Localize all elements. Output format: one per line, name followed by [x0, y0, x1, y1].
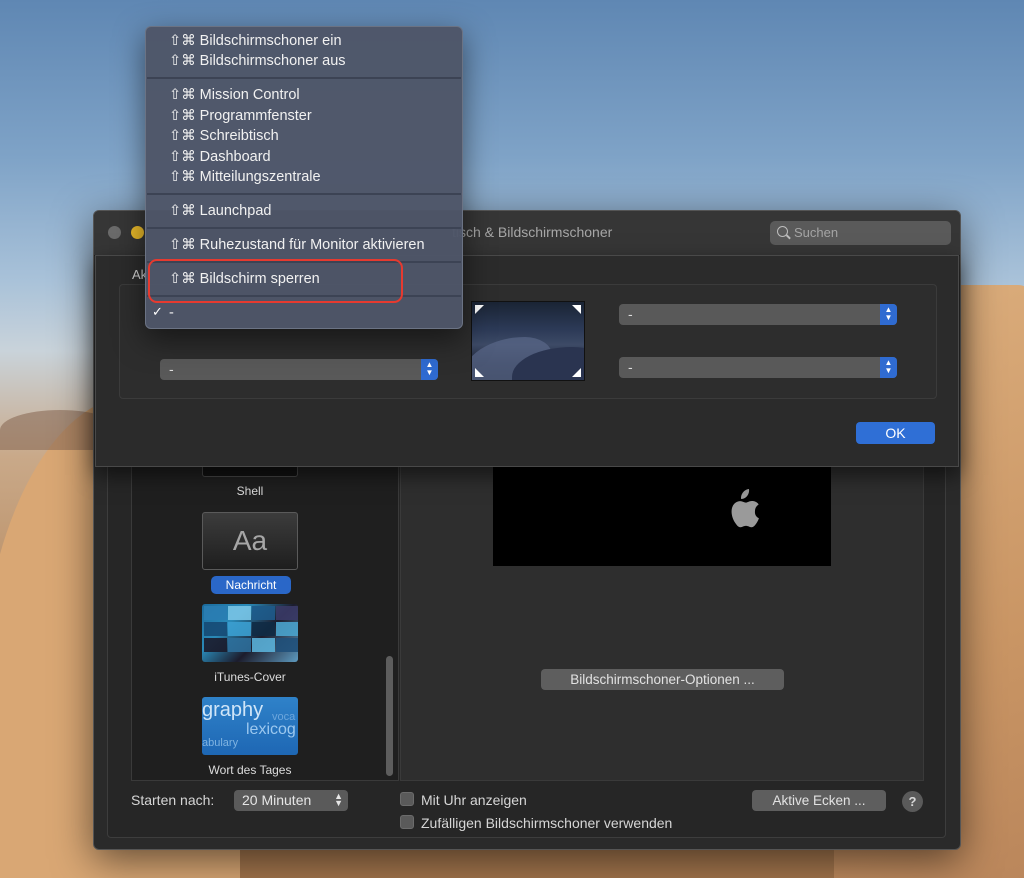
screensaver-options-button[interactable]: Bildschirmschoner-Optionen ...	[541, 669, 784, 690]
close-window-button[interactable]	[108, 226, 121, 239]
list-item-label: Shell	[236, 484, 264, 498]
corner-top-right-marker	[572, 305, 581, 314]
start-after-value: 20 Minuten	[242, 792, 312, 808]
menu-separator	[147, 193, 461, 195]
thumb-word: graphy	[202, 699, 264, 721]
start-after-popup[interactable]: 20 Minuten ▲ ▼	[234, 790, 348, 811]
menu-item-mission-control[interactable]: ⇧⌘ Mission Control	[169, 85, 300, 105]
screensaver-preview	[493, 466, 831, 566]
start-after-label: Starten nach:	[131, 792, 215, 808]
screen-corners-preview	[471, 301, 585, 381]
help-button[interactable]: ?	[902, 791, 923, 812]
corner-top-right-select[interactable]: - ▲ ▼	[619, 304, 897, 325]
window-title: tisch & Bildschirmschoner	[452, 224, 613, 240]
corner-bottom-right-select[interactable]: - ▲ ▼	[619, 357, 897, 378]
minimize-window-button[interactable]	[131, 226, 144, 239]
menu-item-screensaver-on[interactable]: ⇧⌘ Bildschirmschoner ein	[169, 31, 342, 51]
menu-item-display-sleep[interactable]: ⇧⌘ Ruhezustand für Monitor aktivieren	[169, 235, 425, 255]
thumb-text: Aa	[232, 525, 268, 556]
cover-tile	[228, 638, 251, 652]
random-saver-checkbox[interactable]	[400, 815, 414, 829]
annotation-highlight-box	[148, 259, 403, 303]
cover-tile	[252, 622, 275, 636]
wort-des-tages-thumbnail[interactable]: graphy voca lexicog abulary	[202, 697, 298, 755]
list-item-label-selected: Nachricht	[211, 576, 291, 594]
cover-tile	[252, 638, 275, 652]
show-clock-label: Mit Uhr anzeigen	[421, 792, 527, 808]
menu-item-notification-center[interactable]: ⇧⌘ Mitteilungszentrale	[169, 167, 321, 187]
hot-corners-button[interactable]: Aktive Ecken ...	[752, 790, 886, 811]
list-scrollbar[interactable]	[386, 656, 393, 776]
thumb-word: lexicog	[246, 721, 296, 738]
menu-item-dashboard[interactable]: ⇧⌘ Dashboard	[169, 147, 271, 167]
search-icon	[777, 226, 788, 237]
corner-bottom-left-marker	[475, 368, 484, 377]
cover-tile	[276, 622, 298, 636]
select-value: -	[169, 361, 174, 377]
corner-bottom-right-marker	[572, 368, 581, 377]
nachricht-thumbnail[interactable]: Aa	[202, 512, 298, 570]
cover-tile	[228, 622, 251, 636]
cover-tile	[204, 606, 227, 620]
chevron-updown-icon: ▲ ▼	[880, 357, 897, 378]
show-clock-checkbox[interactable]	[400, 792, 414, 806]
cover-tile	[276, 638, 298, 652]
cover-tile	[204, 638, 227, 652]
corner-bottom-left-select[interactable]: - ▲ ▼	[160, 359, 438, 380]
corner-top-left-marker	[475, 305, 484, 314]
random-saver-label: Zufälligen Bildschirmschoner verwenden	[421, 815, 673, 831]
list-item-label: iTunes-Cover	[214, 670, 286, 684]
cover-tile	[228, 606, 251, 620]
menu-item-launchpad[interactable]: ⇧⌘ Launchpad	[169, 201, 271, 221]
menu-item-screensaver-off[interactable]: ⇧⌘ Bildschirmschoner aus	[169, 51, 346, 71]
search-placeholder: Suchen	[794, 225, 839, 240]
apple-logo-icon	[731, 489, 759, 528]
itunes-cover-thumbnail[interactable]	[202, 604, 298, 662]
cover-tile	[252, 606, 275, 620]
thumb-word: abulary	[202, 737, 239, 749]
menu-separator	[147, 77, 461, 79]
ok-button[interactable]: OK	[856, 422, 935, 444]
search-field[interactable]: Suchen	[770, 221, 951, 245]
select-value: -	[628, 359, 633, 375]
cover-tile	[204, 622, 227, 636]
list-item-label: Wort des Tages	[208, 763, 292, 777]
chevron-updown-icon: ▲ ▼	[421, 359, 438, 380]
menu-separator	[147, 227, 461, 229]
select-value: -	[628, 306, 633, 322]
chevron-updown-icon: ▲ ▼	[334, 791, 343, 808]
menu-item-desktop[interactable]: ⇧⌘ Schreibtisch	[169, 126, 279, 146]
checkmark-icon: ✓	[152, 304, 163, 319]
cover-tile	[276, 606, 298, 620]
chevron-updown-icon: ▲ ▼	[880, 304, 897, 325]
menu-item-app-windows[interactable]: ⇧⌘ Programmfenster	[169, 106, 312, 126]
menu-item-none[interactable]: -	[169, 303, 174, 323]
